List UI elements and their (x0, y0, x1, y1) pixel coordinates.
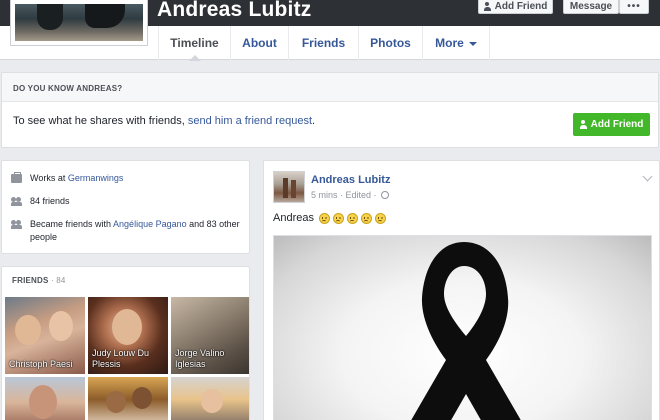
friends-icon (11, 197, 22, 206)
more-options-button[interactable]: ••• (619, 0, 649, 14)
friends-heading-label: FRIENDS (12, 276, 49, 285)
employer-link[interactable]: Germanwings (68, 173, 124, 183)
tab-more[interactable]: More (422, 26, 490, 60)
friends-heading[interactable]: FRIENDS · 84 (12, 276, 66, 285)
add-friend-label: Add Friend (494, 1, 548, 12)
post-timestamp[interactable]: 5 mins · Edited · (311, 190, 379, 200)
friends-heading-count: 84 (56, 276, 66, 285)
post-text-body: Andreas (273, 212, 314, 224)
do-you-know-suffix: . (312, 115, 316, 127)
add-friend-icon (579, 120, 587, 129)
sad-emoji-icon (360, 212, 372, 224)
works-prefix: Works at (30, 173, 68, 183)
friends-card: FRIENDS · 84 Christoph Paesi Judy Louw D… (1, 266, 250, 420)
friend-tile[interactable]: Judy Louw Du Plessis (88, 297, 168, 374)
post-text: Andreas (273, 212, 386, 224)
tab-more-label: More (435, 36, 464, 50)
friend-tile[interactable]: Jorge Valino Iglesias (171, 297, 249, 374)
friend-tile[interactable]: Christoph Paesi (5, 297, 85, 374)
black-ribbon-icon (411, 242, 521, 420)
sad-emoji-icon (332, 212, 344, 224)
author-avatar[interactable] (273, 171, 305, 203)
tab-friends[interactable]: Friends (288, 26, 358, 60)
sad-emoji-icon (374, 212, 386, 224)
tab-timeline[interactable]: Timeline (158, 26, 230, 61)
friends-icon (11, 220, 22, 229)
became-prefix: Became friends with (30, 219, 114, 229)
add-friend-icon (483, 2, 491, 11)
intro-card: Works at Germanwings 84 friends Became f… (1, 160, 250, 254)
post-author-name[interactable]: Andreas Lubitz (311, 174, 390, 186)
do-you-know-heading: DO YOU KNOW ANDREAS? (2, 73, 658, 102)
post-options-chevron-icon[interactable] (642, 171, 653, 182)
add-friend-green-label: Add Friend (590, 119, 644, 130)
add-friend-green-button[interactable]: Add Friend (573, 113, 650, 136)
friend-name-link[interactable]: Angélique Pagano (113, 219, 187, 229)
add-friend-button[interactable]: Add Friend (478, 0, 553, 14)
friend-name: Jorge Valino Iglesias (175, 348, 225, 369)
tab-photos[interactable]: Photos (358, 26, 422, 60)
profile-picture[interactable] (10, 0, 148, 46)
do-you-know-prefix: To see what he shares with friends, (13, 115, 188, 127)
do-you-know-card: DO YOU KNOW ANDREAS? To see what he shar… (1, 72, 659, 148)
sad-emoji-icon (318, 212, 330, 224)
friend-tile[interactable] (88, 377, 168, 420)
friend-name: Judy Louw Du Plessis (92, 348, 150, 369)
post-image[interactable] (273, 235, 652, 420)
timeline-post: Andreas Lubitz 5 mins · Edited · Andreas (263, 160, 660, 420)
globe-icon[interactable] (381, 191, 390, 199)
sad-emoji-icon (346, 212, 358, 224)
friend-request-link[interactable]: send him a friend request (188, 115, 312, 127)
chevron-down-icon (468, 42, 477, 46)
friend-name: Christoph Paesi (9, 359, 73, 369)
tab-about[interactable]: About (230, 26, 288, 60)
friends-count-text: 84 friends (30, 196, 70, 206)
friend-tile[interactable] (171, 377, 249, 420)
profile-name[interactable]: Andreas Lubitz (157, 0, 311, 22)
do-you-know-text: To see what he shares with friends, send… (13, 115, 315, 127)
post-meta: 5 mins · Edited · (311, 190, 390, 200)
briefcase-icon (11, 172, 22, 183)
friend-tile[interactable] (5, 377, 85, 420)
message-button[interactable]: Message (563, 0, 619, 14)
